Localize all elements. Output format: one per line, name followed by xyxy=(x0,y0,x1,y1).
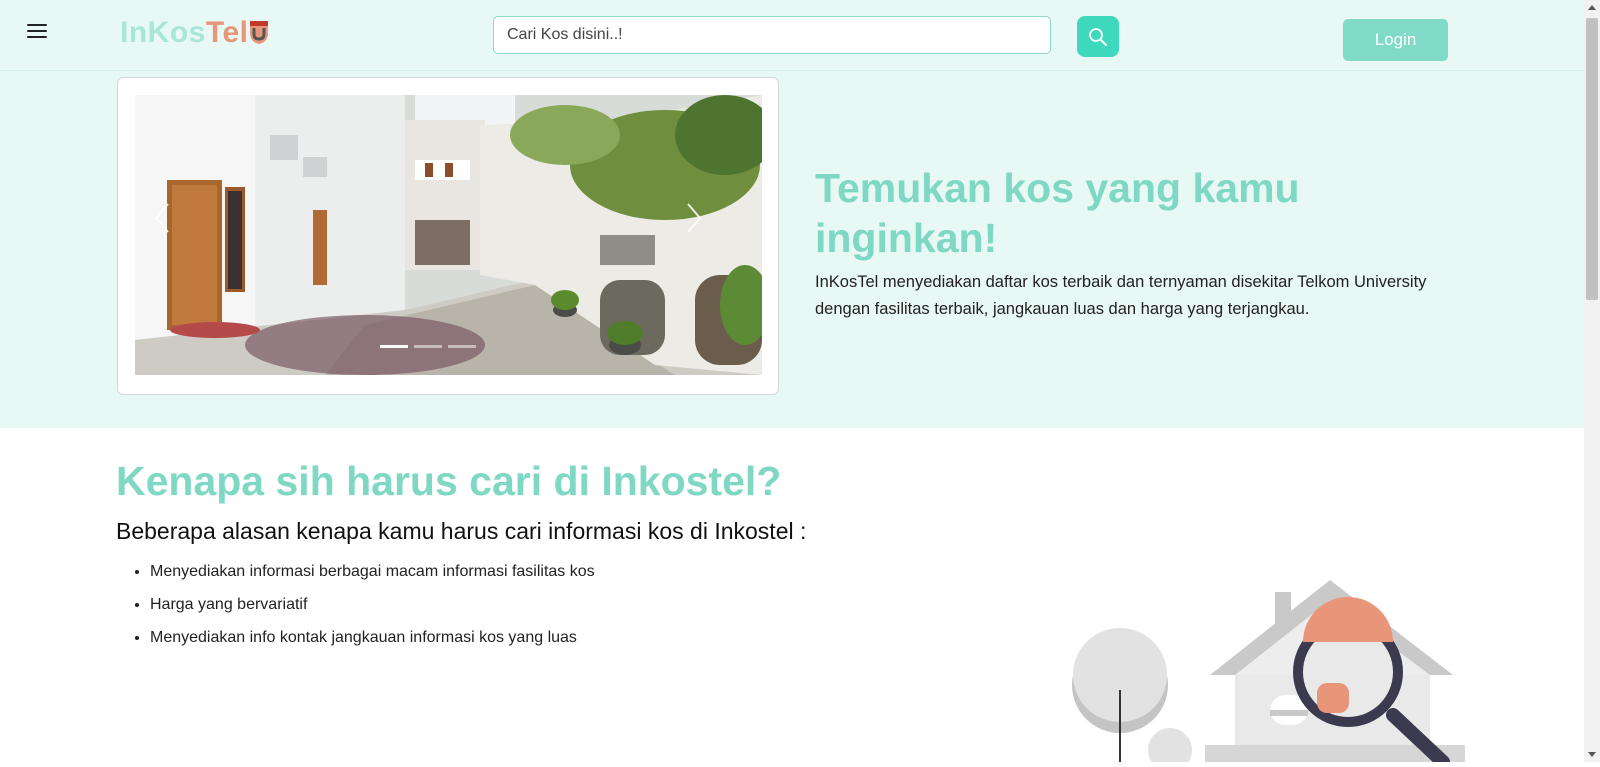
carousel-prev-button[interactable] xyxy=(148,198,178,238)
list-item: Harga yang bervariatif xyxy=(150,588,595,621)
page-scrollbar[interactable] xyxy=(1584,0,1600,762)
carousel-next-button[interactable] xyxy=(678,198,708,238)
carousel-slide-image xyxy=(135,95,762,375)
list-item: Menyediakan informasi berbagai macam inf… xyxy=(150,555,595,588)
carousel-indicators xyxy=(380,335,482,353)
carousel-indicator[interactable] xyxy=(414,345,442,348)
logo[interactable]: InKosTel xyxy=(120,16,269,50)
search-input[interactable] xyxy=(493,16,1051,54)
search-button[interactable] xyxy=(1077,16,1119,57)
house-magnifier-illustration xyxy=(1065,580,1465,767)
chevron-left-icon xyxy=(154,203,169,233)
scrollbar-thumb[interactable] xyxy=(1586,18,1598,300)
why-section-title: Kenapa sih harus cari di Inkostel? xyxy=(116,458,782,504)
search-icon xyxy=(1089,28,1107,46)
why-section-subtitle: Beberapa alasan kenapa kamu harus cari i… xyxy=(116,518,807,544)
carousel-indicator[interactable] xyxy=(448,345,476,348)
scroll-down-icon[interactable] xyxy=(1588,752,1596,757)
list-item: Menyediakan info kontak jangkauan inform… xyxy=(150,621,595,654)
hero-title: Temukan kos yang kamu inginkan! xyxy=(815,165,1300,261)
chevron-right-icon xyxy=(687,203,702,233)
hamburger-menu-icon[interactable] xyxy=(27,24,47,40)
carousel-indicator[interactable] xyxy=(380,345,408,348)
logo-text-tel: Tel xyxy=(205,16,249,49)
scroll-up-icon[interactable] xyxy=(1588,5,1596,10)
telkom-shield-icon xyxy=(249,19,269,45)
hero-description: InKosTel menyediakan daftar kos terbaik … xyxy=(815,273,1427,318)
login-button[interactable]: Login xyxy=(1343,19,1448,61)
hero-section: Temukan kos yang kamu inginkan! InKosTel… xyxy=(0,71,1584,428)
navbar: InKosTel Login xyxy=(0,0,1584,71)
reasons-list: Menyediakan informasi berbagai macam inf… xyxy=(116,555,595,654)
logo-text-inkos: InKos xyxy=(120,16,206,49)
image-carousel xyxy=(117,77,779,395)
